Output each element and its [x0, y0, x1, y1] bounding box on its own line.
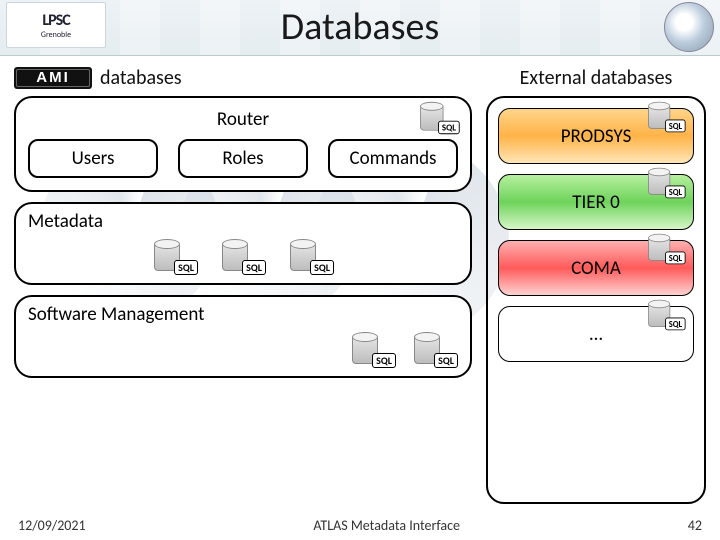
router-nodes: Users Roles Commands: [28, 139, 458, 178]
sql-tag: SQL: [242, 260, 266, 275]
ami-logo: AMI: [14, 67, 92, 89]
slide-body: AMI databases SQL Router Users Roles Com…: [0, 56, 720, 508]
sql-tag: SQL: [665, 120, 685, 133]
software-sql-row: SQL SQL: [28, 334, 458, 366]
sql-icon: SQL: [648, 103, 684, 130]
sql-icon: SQL: [420, 104, 458, 133]
sql-icon: SQL: [290, 241, 332, 273]
ext-db-tier0: TIER 0 SQL: [498, 174, 694, 230]
ext-db-more: … SQL: [498, 306, 694, 362]
sql-tag: SQL: [434, 353, 458, 368]
sql-icon: SQL: [414, 334, 456, 366]
footer-page: 42: [688, 517, 702, 534]
node-users: Users: [28, 139, 158, 178]
metadata-sql-row: SQL SQL SQL: [28, 241, 458, 273]
sql-tag: SQL: [665, 318, 685, 331]
ext-db-label: COMA: [571, 257, 621, 280]
sql-tag: SQL: [372, 353, 396, 368]
metadata-panel: Metadata SQL SQL SQL: [14, 202, 472, 285]
right-column: External databases PRODSYS SQL TIER 0 SQ…: [486, 66, 706, 504]
ext-db-coma: COMA SQL: [498, 240, 694, 296]
sql-icon: SQL: [648, 169, 684, 196]
sql-tag: SQL: [310, 260, 334, 275]
slide-title: Databases: [0, 4, 720, 50]
ext-db-label: TIER 0: [572, 191, 620, 214]
ext-db-prodsys: PRODSYS SQL: [498, 108, 694, 164]
sql-tag: SQL: [438, 121, 459, 135]
sql-icon: SQL: [352, 334, 394, 366]
sql-tag: SQL: [665, 252, 685, 265]
ext-db-label: …: [589, 323, 602, 346]
sql-icon: SQL: [648, 301, 684, 328]
sql-icon: SQL: [648, 235, 684, 262]
footer-center: ATLAS Metadata Interface: [313, 517, 460, 534]
software-panel: Software Management SQL SQL: [14, 295, 472, 378]
software-label: Software Management: [28, 303, 458, 326]
right-heading: External databases: [486, 66, 706, 90]
ext-db-label: PRODSYS: [561, 125, 632, 148]
atlas-logo: [664, 2, 714, 52]
node-commands: Commands: [328, 139, 458, 178]
router-panel: SQL Router Users Roles Commands: [14, 96, 472, 192]
external-db-panel: PRODSYS SQL TIER 0 SQL COMA SQL … SQL: [486, 96, 706, 504]
sql-tag: SQL: [174, 260, 198, 275]
sql-icon: SQL: [222, 241, 264, 273]
slide-header: LPSC Grenoble Databases: [0, 0, 720, 56]
left-column: AMI databases SQL Router Users Roles Com…: [14, 66, 472, 504]
sql-tag: SQL: [665, 186, 685, 199]
router-label: Router: [28, 108, 458, 131]
sql-icon: SQL: [154, 241, 196, 273]
node-roles: Roles: [178, 139, 308, 178]
slide-footer: 12/09/2021 ATLAS Metadata Interface 42: [0, 517, 720, 534]
footer-date: 12/09/2021: [18, 517, 86, 534]
left-heading: AMI databases: [14, 66, 472, 90]
external-db-stack: PRODSYS SQL TIER 0 SQL COMA SQL … SQL: [498, 108, 694, 492]
metadata-label: Metadata: [28, 210, 458, 233]
left-heading-text: databases: [100, 66, 182, 90]
